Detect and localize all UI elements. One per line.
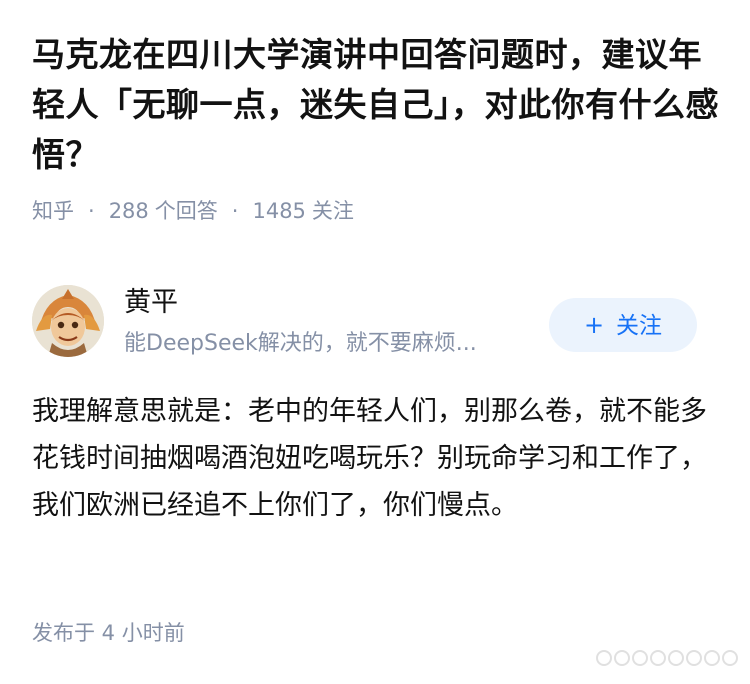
plus-icon: + (583, 311, 605, 339)
answer-content[interactable]: 我理解意思就是：老中的年轻人们，别那么卷，就不能多花钱时间抽烟喝酒泡妞吃喝玩乐？… (32, 388, 712, 529)
question-title[interactable]: 马克龙在四川大学演讲中回答问题时，建议年轻人「无聊一点，迷失自己」，对此你有什么… (32, 30, 722, 180)
author-avatar[interactable] (32, 285, 104, 357)
follower-count-label: 关注 (311, 199, 354, 223)
follow-button-label: 关注 (616, 313, 663, 339)
author-name[interactable]: 黄平 (124, 284, 178, 322)
answer-count-label: 个回答 (154, 199, 218, 223)
separator-dot: · (231, 199, 239, 223)
follower-count: 1485 (252, 199, 306, 223)
author-bio: 能DeepSeek解决的，就不要麻烦... (124, 331, 477, 356)
publish-time: 发布于 4 小时前 (32, 621, 185, 645)
source-label[interactable]: 知乎 (32, 196, 74, 226)
question-meta: 知乎 · 288 个回答 · 1485 关注 (32, 196, 354, 226)
separator-dot: · (88, 199, 95, 223)
watermark-dots (596, 650, 738, 666)
avatar-image (32, 285, 104, 357)
follow-button[interactable]: + 关注 (549, 298, 697, 352)
answer-count: 288 (108, 199, 149, 223)
